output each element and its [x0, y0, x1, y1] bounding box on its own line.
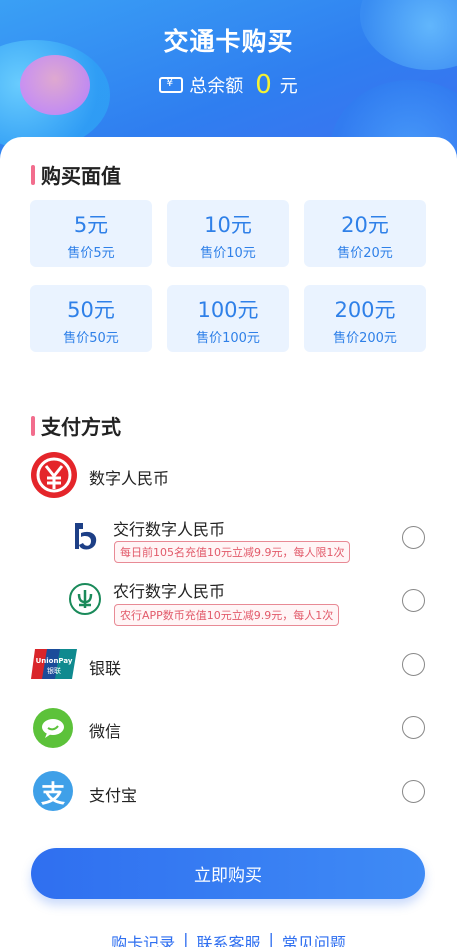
denomination-price: 售价100元: [196, 331, 260, 346]
bocom-radio[interactable]: [402, 526, 425, 549]
denomination-option[interactable]: 10元 售价10元: [167, 200, 289, 267]
denomination-face: 5元: [73, 213, 109, 237]
footer-separator: |: [268, 930, 274, 947]
denomination-face: 10元: [204, 213, 252, 237]
denomination-price: 售价200元: [333, 331, 397, 346]
denomination-option[interactable]: 5元 售价5元: [30, 200, 152, 267]
ecny-icon: [31, 452, 77, 498]
section-accent-bar: [31, 415, 35, 436]
abc-radio[interactable]: [402, 589, 425, 612]
payment-option-wechat[interactable]: 微信: [0, 703, 457, 753]
denomination-face: 20元: [341, 213, 389, 237]
alipay-radio[interactable]: [402, 780, 425, 803]
wechat-radio[interactable]: [402, 716, 425, 739]
denomination-face: 100元: [197, 298, 259, 322]
page-title: 交通卡购买: [163, 27, 294, 56]
section-accent-bar: [31, 164, 35, 185]
unionpay-radio[interactable]: [402, 653, 425, 676]
balance-value: 0: [255, 70, 272, 100]
footer-separator: |: [183, 930, 189, 947]
alipay-label: 支付宝: [89, 786, 138, 805]
denomination-face: 200元: [334, 298, 396, 322]
wechat-label: 微信: [89, 722, 122, 741]
contact-service-link[interactable]: 联系客服: [196, 930, 260, 947]
abc-label: 农行数字人民币: [113, 582, 226, 601]
denomination-option[interactable]: 50元 售价50元: [30, 285, 152, 352]
abc-promo-badge: 农行APP数币充值10元立减9.9元，每人1次: [114, 604, 340, 626]
wallet-icon: [159, 76, 184, 93]
abc-icon: [69, 583, 101, 615]
payment-option-unionpay[interactable]: UnionPay 银联 银联: [0, 640, 457, 690]
unionpay-icon: UnionPay 银联: [31, 649, 77, 679]
bocom-icon: [69, 519, 101, 553]
unionpay-label: 银联: [89, 659, 122, 678]
payment-option-alipay[interactable]: 支 支付宝: [0, 767, 457, 817]
faq-link[interactable]: 常见问题: [282, 930, 346, 947]
payment-section-label: 支付方式: [41, 415, 121, 439]
wechat-icon: [33, 708, 73, 748]
balance-label: 总余额: [189, 76, 244, 97]
bocom-label: 交行数字人民币: [113, 520, 226, 539]
payment-option-abc[interactable]: 农行数字人民币 农行APP数币充值10元立减9.9元，每人1次: [0, 576, 457, 626]
denomination-option[interactable]: 200元 售价200元: [304, 285, 426, 352]
balance-row: 总余额 0 元: [0, 70, 457, 100]
payment-section-title: 支付方式: [31, 411, 121, 440]
denomination-option[interactable]: 20元 售价20元: [304, 200, 426, 267]
purchase-history-link[interactable]: 购卡记录: [111, 930, 175, 947]
balance-unit: 元: [279, 76, 298, 97]
denomination-price: 售价20元: [337, 246, 393, 261]
footer-links: 购卡记录 | 联系客服 | 常见问题: [0, 930, 457, 947]
svg-text:银联: 银联: [47, 666, 61, 675]
denomination-price: 售价50元: [63, 331, 119, 346]
buy-now-button[interactable]: 立即购买: [31, 848, 425, 899]
denomination-option[interactable]: 100元 售价100元: [167, 285, 289, 352]
ecny-group-label: 数字人民币: [89, 469, 170, 488]
denomination-price: 售价5元: [67, 246, 115, 261]
denomination-face: 50元: [67, 298, 115, 322]
alipay-icon: 支: [33, 771, 73, 811]
denomination-price: 售价10元: [200, 246, 256, 261]
purchase-section-title: 购买面值: [31, 160, 121, 189]
purchase-section-label: 购买面值: [41, 164, 121, 188]
svg-text:UnionPay: UnionPay: [36, 657, 73, 665]
payment-option-bocom[interactable]: 交行数字人民币 每日前105名充值10元立减9.9元，每人限1次: [0, 513, 457, 563]
bocom-promo-badge: 每日前105名充值10元立减9.9元，每人限1次: [114, 541, 351, 563]
